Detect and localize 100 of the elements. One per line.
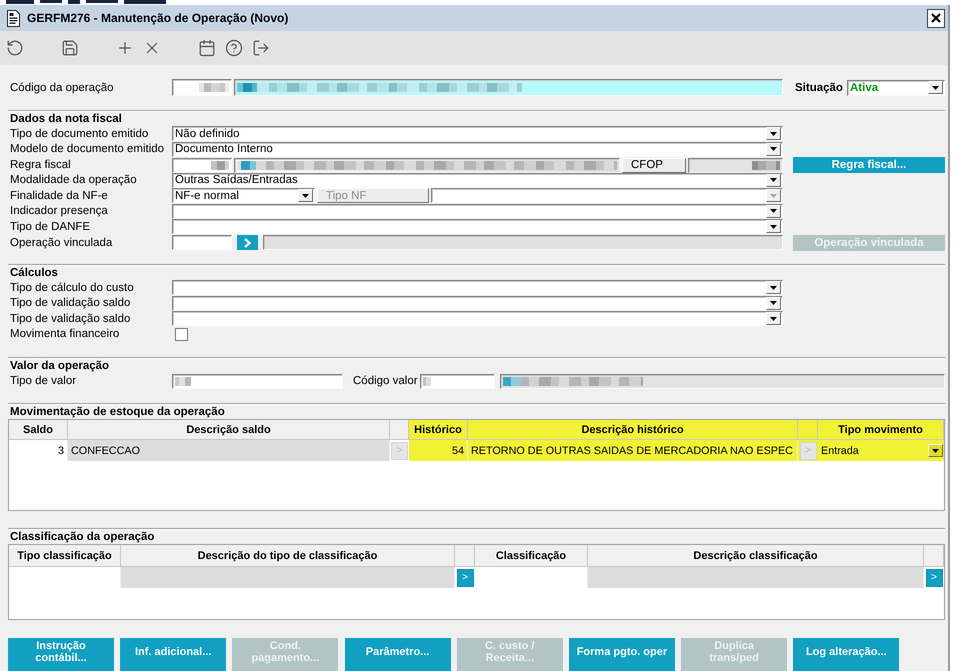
dropdown-field[interactable] — [172, 311, 783, 326]
input-field[interactable] — [172, 374, 343, 388]
caret-down-icon — [770, 316, 777, 321]
dropdown-field[interactable] — [172, 204, 783, 219]
plus-icon[interactable] — [116, 39, 134, 57]
column-header: Saldo — [9, 420, 68, 440]
grid-cell: RETORNO DE OUTRAS SAIDAS DE MERCADORIA NAO ESPEC — [468, 440, 798, 461]
column-header: Classificação — [475, 545, 588, 567]
field-label: Tipo de cálculo do custo — [9, 280, 134, 295]
code-field[interactable] — [172, 79, 232, 96]
field-label: Finalidade da NF-e — [9, 188, 108, 203]
field-label: Tipo de validação saldo — [9, 296, 130, 310]
field-label: Tipo de validação saldo — [9, 312, 130, 326]
field-label: Modalidade da operação — [9, 173, 137, 188]
section-title: Valor da operação — [9, 359, 110, 373]
lookup-button[interactable]: > — [926, 568, 942, 586]
blank-header-cell — [455, 545, 475, 567]
dropdown-button[interactable] — [766, 204, 781, 218]
field-label: Código da operação — [9, 80, 114, 94]
blurred-text-drawing — [199, 83, 229, 92]
field-label: Movimenta financeiro — [9, 327, 120, 342]
dropdown-button[interactable] — [766, 142, 781, 156]
dropdown-field[interactable]: NF-e normal — [172, 188, 315, 204]
dropdown-field[interactable]: Entrada — [818, 440, 944, 461]
dropdown-button[interactable] — [766, 296, 781, 310]
caret-down-icon — [770, 132, 777, 136]
dropdown-button[interactable] — [766, 174, 781, 187]
dropdown-field[interactable] — [431, 188, 783, 204]
document-icon — [7, 10, 20, 26]
field-label: Tipo de documento emitido — [9, 126, 148, 141]
save-icon[interactable] — [61, 39, 79, 57]
checkbox[interactable] — [175, 328, 188, 341]
action-button[interactable]: Instrução contábil... — [8, 638, 114, 671]
column-header: Tipo movimento — [818, 420, 944, 440]
blurred-text-drawing — [211, 160, 229, 170]
blurred-text-drawing — [752, 160, 780, 170]
column-header: Descrição do tipo de classificação — [121, 545, 455, 567]
field-label: Modelo de documento emitido — [9, 142, 164, 156]
dropdown-button[interactable] — [766, 281, 781, 294]
chevron-right-icon — [244, 238, 251, 248]
dropdown-button[interactable] — [766, 220, 781, 234]
undo-icon[interactable] — [6, 39, 24, 57]
caret-down-icon — [770, 301, 777, 306]
caret-down-icon — [932, 448, 939, 452]
section-title: Cálculos — [9, 266, 58, 280]
close-button[interactable] — [927, 8, 945, 28]
blurred-text-drawing — [175, 376, 191, 386]
section-title: Dados da nota fiscal — [9, 112, 122, 126]
code-field[interactable] — [420, 374, 495, 388]
dropdown-field[interactable] — [172, 219, 783, 234]
column-header: Histórico — [409, 420, 468, 440]
code-field[interactable] — [172, 158, 232, 172]
caret-down-icon — [770, 194, 777, 198]
action-button[interactable]: Forma pgto. oper — [568, 638, 675, 671]
code-field[interactable] — [172, 235, 232, 250]
field-label: Tipo de valor — [9, 374, 78, 388]
dropdown-field[interactable]: Outras Saídas/Entradas — [172, 172, 783, 188]
caret-down-icon — [770, 178, 777, 182]
field-label: Regra fiscal — [9, 158, 71, 172]
column-header: Tipo classificação — [9, 545, 121, 567]
dropdown-field[interactable] — [172, 296, 783, 311]
caret-down-icon — [770, 224, 777, 229]
caret-down-icon — [932, 86, 939, 90]
action-button[interactable]: CFOP — [622, 158, 686, 172]
column-header: Descrição classificação — [588, 545, 924, 567]
dropdown-button[interactable] — [928, 81, 943, 94]
blurred-text-drawing — [422, 376, 431, 386]
action-button[interactable]: Parâmetro... — [344, 638, 451, 671]
field-label: Operação vinculada — [9, 236, 112, 250]
grid-cell: CONFECCAO — [68, 440, 390, 461]
window-title: GERFM276 - Manutenção de Operação (Novo) — [27, 11, 290, 25]
caret-down-icon — [302, 194, 309, 198]
close-icon — [931, 13, 941, 23]
caret-down-icon — [770, 147, 777, 152]
grid-cell: 54 — [409, 440, 468, 461]
column-header: Descrição histórico — [468, 420, 798, 440]
action-button[interactable]: Inf. adicional... — [120, 638, 226, 671]
dropdown-field[interactable]: Documento Interno — [172, 142, 783, 157]
dropdown-button[interactable] — [766, 312, 781, 326]
dropdown-field[interactable]: Não definido — [172, 126, 783, 142]
section-title: Movimentação de estoque da operação — [9, 405, 225, 419]
section-title: Classificação da operação — [9, 530, 154, 544]
help-icon[interactable] — [225, 39, 243, 57]
caret-down-icon — [770, 209, 777, 214]
next-button[interactable] — [237, 235, 258, 250]
dropdown-field[interactable] — [172, 280, 783, 296]
caret-down-icon — [770, 286, 777, 290]
column-header: Descrição saldo — [68, 420, 390, 440]
calendar-icon[interactable] — [198, 39, 216, 57]
dropdown-button[interactable] — [928, 444, 943, 457]
dropdown-button[interactable] — [766, 127, 781, 140]
action-button[interactable]: Regra fiscal... — [793, 157, 945, 173]
dropdown-field[interactable]: Ativa — [847, 80, 945, 96]
dropdown-button[interactable] — [298, 189, 313, 202]
field-label: Código valor — [353, 374, 418, 388]
lookup-button[interactable]: > — [456, 568, 474, 586]
action-button[interactable]: Log alteração... — [793, 638, 900, 671]
field-label: Indicador presença — [9, 204, 108, 218]
description-field[interactable] — [234, 79, 783, 96]
logout-icon[interactable] — [252, 39, 270, 57]
